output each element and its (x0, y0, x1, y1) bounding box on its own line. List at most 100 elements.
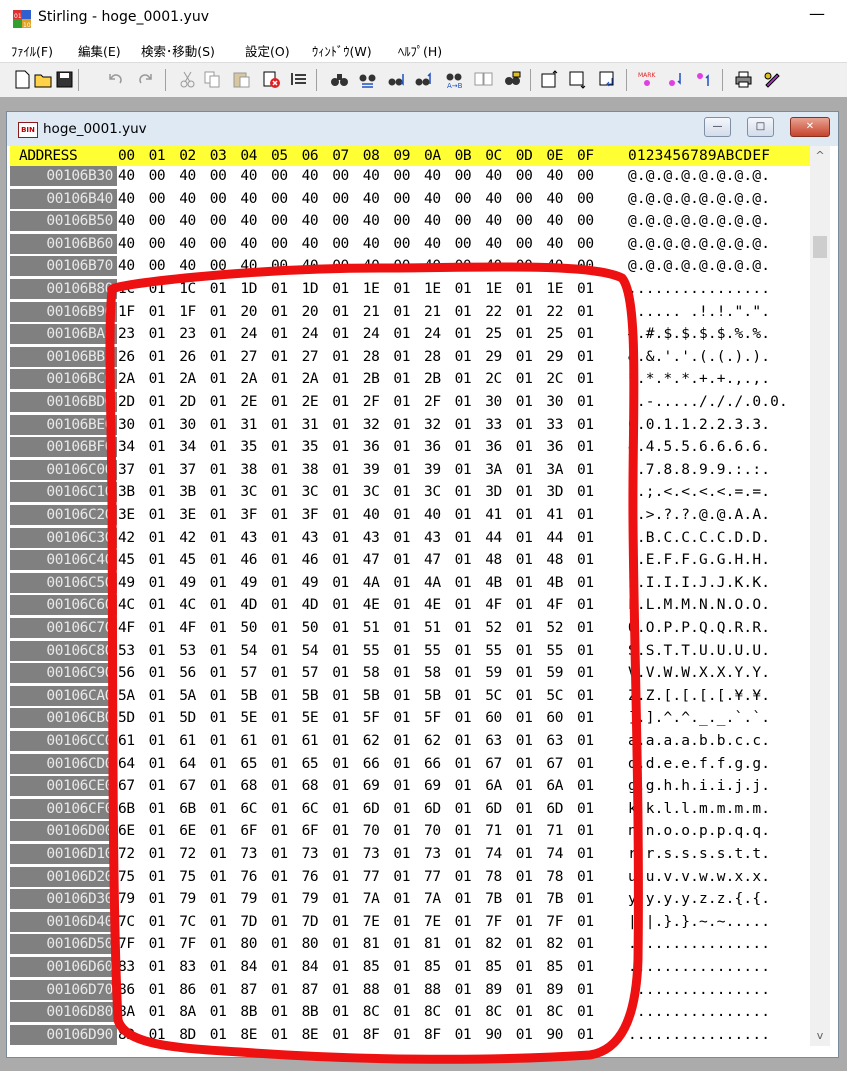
redo-icon[interactable] (136, 70, 155, 89)
byte-cell[interactable]: 01 (271, 460, 288, 480)
byte-cell[interactable]: 4F (546, 595, 563, 615)
byte-cell[interactable]: 27 (240, 347, 257, 367)
byte-cell[interactable]: 01 (455, 392, 472, 412)
byte-cell[interactable]: 8C (424, 1002, 441, 1022)
byte-cell[interactable]: 6E (118, 821, 135, 841)
byte-cell[interactable]: 4A (363, 573, 380, 593)
byte-cell[interactable]: 33 (485, 415, 502, 435)
byte-cell[interactable]: 00 (393, 256, 410, 276)
byte-cell[interactable]: 50 (302, 618, 319, 638)
byte-cell[interactable]: 01 (210, 1002, 227, 1022)
byte-cell[interactable]: 01 (393, 708, 410, 728)
ascii-cell[interactable]: &.&.'.'.(.(.).). (628, 347, 770, 367)
byte-cell[interactable]: 30 (546, 392, 563, 412)
byte-cell[interactable]: 21 (424, 302, 441, 322)
byte-cell[interactable]: 62 (363, 731, 380, 751)
byte-cell[interactable]: 38 (302, 460, 319, 480)
hex-row[interactable]: 00106CF0 6B 01 6B 01 6C 01 6C 01 6D 01 6D 01 6D 01 6D 01… (10, 798, 810, 819)
byte-cell[interactable]: 40 (118, 256, 135, 276)
byte-cell[interactable]: 01 (271, 663, 288, 683)
hex-row[interactable]: 00106B90 1F 01 1F 01 20 01 20 01 21 01 21 01 22 01 22 01… (10, 301, 810, 322)
byte-cell[interactable]: 01 (332, 1025, 349, 1045)
byte-cell[interactable]: 48 (485, 550, 502, 570)
byte-cell[interactable]: 49 (240, 573, 257, 593)
find-down-icon[interactable] (387, 70, 406, 89)
byte-cell[interactable]: 01 (516, 324, 533, 344)
byte-cell[interactable]: 7E (424, 912, 441, 932)
byte-cell[interactable]: 73 (302, 844, 319, 864)
byte-cell[interactable]: 00 (210, 166, 227, 186)
byte-cell[interactable]: 01 (332, 912, 349, 932)
byte-cell[interactable]: 01 (149, 776, 166, 796)
byte-cell[interactable]: 26 (118, 347, 135, 367)
hex-row[interactable]: 00106C20 3E 01 3E 01 3F 01 3F 01 40 01 40 01 41 01 41 01… (10, 505, 810, 525)
byte-cell[interactable]: 01 (455, 980, 472, 1000)
byte-cell[interactable]: 01 (393, 505, 410, 525)
byte-cell[interactable]: 01 (210, 1025, 227, 1045)
byte-cell[interactable]: 00 (271, 234, 288, 254)
byte-cell[interactable]: 75 (118, 867, 135, 887)
byte-cell[interactable]: 01 (149, 754, 166, 774)
byte-cell[interactable]: 58 (424, 663, 441, 683)
byte-cell[interactable]: 01 (149, 889, 166, 909)
insert-mode-icon[interactable] (290, 70, 309, 89)
byte-cell[interactable]: 01 (577, 686, 594, 706)
ascii-cell[interactable]: @.@.@.@.@.@.@.@. (628, 234, 770, 254)
ascii-cell[interactable]: @.@.@.@.@.@.@.@. (628, 256, 770, 276)
byte-cell[interactable]: 00 (393, 166, 410, 186)
byte-cell[interactable]: 7B (485, 889, 502, 909)
byte-cell[interactable]: 01 (455, 957, 472, 977)
byte-cell[interactable]: 01 (455, 528, 472, 548)
byte-cell[interactable]: 01 (332, 867, 349, 887)
byte-cell[interactable]: 01 (149, 844, 166, 864)
byte-cell[interactable]: 7F (118, 934, 135, 954)
vertical-scrollbar[interactable]: ^ v (810, 146, 830, 1046)
byte-cell[interactable]: 01 (455, 867, 472, 887)
byte-cell[interactable]: 1E (424, 279, 441, 299)
byte-cell[interactable]: 40 (424, 234, 441, 254)
byte-cell[interactable]: 01 (271, 573, 288, 593)
byte-cell[interactable]: 01 (455, 618, 472, 638)
hex-row[interactable]: 00106BE0 30 01 30 01 31 01 31 01 32 01 32 01 33 01 33 01… (10, 414, 810, 435)
byte-cell[interactable]: 01 (577, 347, 594, 367)
byte-cell[interactable]: 01 (516, 1002, 533, 1022)
byte-cell[interactable]: 01 (332, 821, 349, 841)
byte-cell[interactable]: 01 (210, 347, 227, 367)
byte-cell[interactable]: 01 (332, 708, 349, 728)
byte-cell[interactable]: 01 (455, 460, 472, 480)
byte-cell[interactable]: 3D (546, 482, 563, 502)
byte-cell[interactable]: 01 (455, 369, 472, 389)
byte-cell[interactable]: 32 (363, 415, 380, 435)
byte-cell[interactable]: 74 (546, 844, 563, 864)
byte-cell[interactable]: 01 (210, 369, 227, 389)
byte-cell[interactable]: 22 (546, 302, 563, 322)
byte-cell[interactable]: 01 (332, 505, 349, 525)
byte-cell[interactable]: 8A (179, 1002, 196, 1022)
byte-cell[interactable]: 35 (240, 437, 257, 457)
byte-cell[interactable]: 79 (118, 889, 135, 909)
hex-row[interactable]: 00106B60 40 00 40 00 40 00 40 00 40 00 40 00 40 00 40 00… (10, 233, 810, 254)
byte-cell[interactable]: 39 (363, 460, 380, 480)
save-icon[interactable] (55, 70, 74, 89)
byte-cell[interactable]: 40 (424, 505, 441, 525)
byte-cell[interactable]: 81 (424, 934, 441, 954)
byte-cell[interactable]: 01 (332, 595, 349, 615)
ascii-cell[interactable]: ................ (628, 1002, 770, 1022)
byte-cell[interactable]: 6F (240, 821, 257, 841)
byte-cell[interactable]: 01 (271, 550, 288, 570)
byte-cell[interactable]: 4B (485, 573, 502, 593)
byte-cell[interactable]: 6A (485, 776, 502, 796)
ascii-cell[interactable]: n.n.o.o.p.p.q.q. (628, 821, 770, 841)
byte-cell[interactable]: 00 (271, 189, 288, 209)
byte-cell[interactable]: 2B (424, 369, 441, 389)
byte-cell[interactable]: 69 (363, 776, 380, 796)
byte-cell[interactable]: 7C (179, 912, 196, 932)
byte-cell[interactable]: 01 (455, 505, 472, 525)
undo-icon[interactable] (106, 70, 125, 89)
byte-cell[interactable]: 01 (577, 754, 594, 774)
byte-cell[interactable]: 64 (118, 754, 135, 774)
delete-icon[interactable] (262, 70, 281, 89)
byte-cell[interactable]: 01 (210, 663, 227, 683)
hex-row[interactable]: 00106C60 4C 01 4C 01 4D 01 4D 01 4E 01 4E 01 4F 01 4F 01… (10, 595, 810, 616)
byte-cell[interactable]: 01 (393, 641, 410, 661)
